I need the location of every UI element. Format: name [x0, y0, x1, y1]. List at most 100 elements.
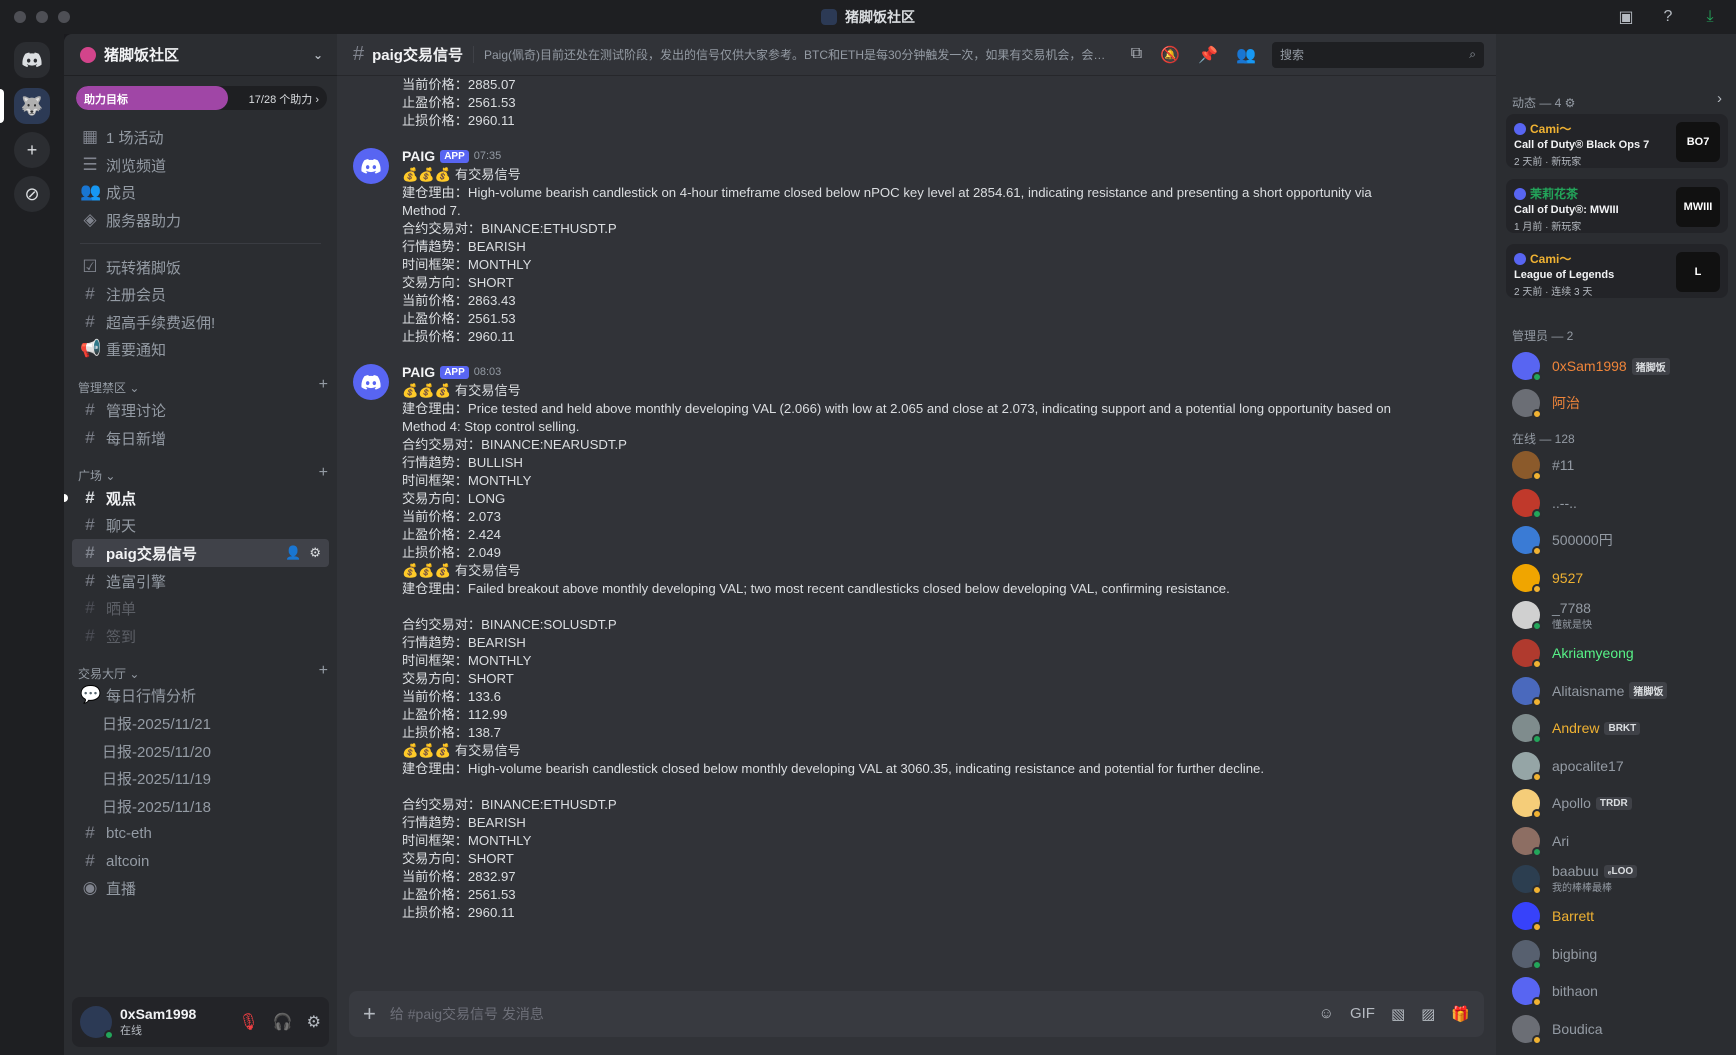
channel-show-orders[interactable]: # 晒单: [72, 594, 329, 622]
image-icon[interactable]: ▨: [1421, 1005, 1435, 1023]
bot-avatar[interactable]: [353, 364, 389, 400]
channel-wealth-engine[interactable]: # 造富引擎: [72, 567, 329, 595]
minimize-window-button[interactable]: [36, 11, 48, 23]
member-row[interactable]: 阿治: [1512, 386, 1728, 420]
thread-item[interactable]: 日报-2025/11/21: [72, 709, 329, 737]
activity-card[interactable]: 茉莉花茶 Call of Duty®: MWIII 1 月前 · 新玩家 MWIII: [1506, 179, 1728, 233]
discord-home-icon[interactable]: [14, 42, 50, 78]
chevron-down-icon[interactable]: ⌄: [313, 48, 323, 62]
activity-title: 动态 — 4 ⚙: [1512, 96, 1576, 110]
message-line: 止损价格：2960.11: [402, 113, 515, 128]
message-author[interactable]: PAIG: [402, 148, 435, 164]
channel-paig-signals[interactable]: # paig交易信号 👤 ⚙: [72, 539, 329, 567]
sidebar-item-events[interactable]: ▦ 1 场活动: [72, 123, 329, 151]
channel-btc-eth[interactable]: # btc-eth: [72, 819, 329, 847]
sidebar-item-browse-channels[interactable]: ☰ 浏览频道: [72, 151, 329, 179]
message-line: 💰💰💰 有交易信号: [402, 563, 521, 578]
member-row[interactable]: ..--..: [1512, 486, 1728, 520]
add-channel-icon[interactable]: +: [319, 464, 328, 484]
search-input[interactable]: 搜索 ⌕: [1272, 41, 1484, 68]
member-row[interactable]: _7788 懂就是快: [1512, 598, 1728, 632]
microphone-muted-icon[interactable]: 🎙: [238, 1012, 258, 1032]
message-list[interactable]: 当前价格：2885.07 止盈价格：2561.53 止损价格：2960.11 PAIG…: [337, 76, 1496, 1021]
member-row[interactable]: bigbing: [1512, 937, 1728, 971]
status-icon: [1532, 409, 1542, 419]
thread-item[interactable]: 日报-2025/11/19: [72, 764, 329, 792]
member-row[interactable]: Barrett: [1512, 899, 1728, 933]
calendar-icon: ▦: [81, 127, 99, 146]
discover-icon[interactable]: ⊘: [14, 176, 50, 212]
channel-topic[interactable]: Paig(佩奇)目前还处在测试阶段，发出的信号仅供大家参考。BTC和ETH是每3…: [472, 46, 1115, 63]
channel-rebate[interactable]: # 超高手续费返佣!: [72, 308, 329, 336]
close-window-button[interactable]: [14, 11, 26, 23]
gift-icon[interactable]: 🎁: [1451, 1005, 1470, 1023]
category-trading-hall[interactable]: 交易大厅 ⌄ +: [78, 662, 328, 682]
channel-register[interactable]: # 注册会员: [72, 280, 329, 308]
notification-bell-muted-icon[interactable]: 🔕: [1160, 45, 1180, 65]
message-line: 当前价格：2.073: [402, 509, 501, 524]
message-author[interactable]: PAIG: [402, 364, 435, 380]
member-row[interactable]: bithaon: [1512, 974, 1728, 1008]
member-row[interactable]: #11: [1512, 448, 1728, 482]
channel-admin-discussion[interactable]: # 管理讨论: [72, 396, 329, 424]
add-server-icon[interactable]: +: [14, 132, 50, 168]
server-icon-current[interactable]: 🐺: [14, 88, 50, 124]
channel-check-in[interactable]: # 签到: [72, 622, 329, 650]
window-controls[interactable]: [14, 11, 70, 23]
member-row[interactable]: 0xSam1998 猪脚饭: [1512, 349, 1728, 383]
activity-card[interactable]: Cami～ League of Legends 2 天前 · 连续 3 天L: [1506, 244, 1728, 298]
forum-daily-analysis[interactable]: 💬 每日行情分析: [72, 681, 329, 709]
maximize-window-button[interactable]: [58, 11, 70, 23]
channel-guide[interactable]: ☑ 玩转猪脚饭: [72, 253, 329, 281]
inbox-icon[interactable]: ▣: [1616, 7, 1636, 27]
gif-icon[interactable]: GIF: [1350, 1005, 1375, 1023]
pin-icon[interactable]: 📌: [1198, 45, 1218, 65]
member-row[interactable]: Akriamyeong: [1512, 636, 1728, 670]
sidebar-item-server-boost[interactable]: ◈ 服务器助力: [72, 206, 329, 234]
sticker-icon[interactable]: ▧: [1391, 1005, 1405, 1023]
sidebar-item-members[interactable]: 👥 成员: [72, 178, 329, 206]
member-name: ..--..: [1552, 494, 1577, 511]
member-row[interactable]: 500000円: [1512, 523, 1728, 557]
member-row[interactable]: baabuu ₑLOO 我的棒棒最棒: [1512, 862, 1728, 896]
member-row[interactable]: Ari: [1512, 824, 1728, 858]
member-row[interactable]: Andrew BRKT: [1512, 711, 1728, 745]
member-list-icon[interactable]: 👥: [1236, 45, 1256, 65]
thread-item[interactable]: 日报-2025/11/20: [72, 737, 329, 765]
bot-avatar[interactable]: [353, 148, 389, 184]
category-admin[interactable]: 管理禁区 ⌄ +: [78, 376, 328, 396]
member-row[interactable]: Apollo TRDR: [1512, 786, 1728, 820]
channel-views[interactable]: # 观点: [72, 484, 329, 512]
headphones-icon[interactable]: 🎧: [273, 1012, 293, 1032]
emoji-icon[interactable]: ☺: [1319, 1005, 1334, 1023]
avatar[interactable]: [80, 1006, 114, 1040]
help-icon[interactable]: ?: [1658, 7, 1678, 27]
activity-card[interactable]: Cami～ Call of Duty® Black Ops 72 天前 · 新玩家…: [1506, 114, 1728, 168]
member-row[interactable]: Boudica: [1512, 1012, 1728, 1046]
member-row[interactable]: 9527: [1512, 561, 1728, 595]
server-header[interactable]: 猪脚饭社区 ⌄: [64, 34, 337, 76]
status-icon: [1532, 372, 1542, 382]
member-row[interactable]: apocalite17: [1512, 749, 1728, 783]
add-channel-icon[interactable]: +: [319, 662, 328, 682]
channel-daily-new[interactable]: # 每日新增: [72, 424, 329, 452]
boost-progress[interactable]: 助力目标 17/28 个助力 ›: [76, 86, 327, 110]
member-tag: ₑLOO: [1603, 864, 1638, 878]
thread-item[interactable]: 日报-2025/11/18: [72, 792, 329, 820]
category-square[interactable]: 广场 ⌄ +: [78, 464, 328, 484]
member-row[interactable]: Alitaisname 猪脚饭: [1512, 674, 1728, 708]
channel-chat[interactable]: # 聊天: [72, 511, 329, 539]
message-composer[interactable]: + 给 #paig交易信号 发消息 ☺ GIF ▧ ▨ 🎁: [349, 991, 1484, 1037]
threads-icon[interactable]: ⧉: [1131, 45, 1142, 65]
channel-live[interactable]: ◉ 直播: [72, 874, 329, 902]
chevron-right-icon[interactable]: ›: [1717, 90, 1722, 107]
settings-gear-icon[interactable]: ⚙: [307, 1012, 321, 1032]
channel-announcements[interactable]: 📢 重要通知: [72, 335, 329, 363]
message-line: 交易方向：SHORT: [402, 275, 514, 290]
gear-icon[interactable]: ⚙: [309, 545, 321, 561]
download-icon[interactable]: ⤓: [1700, 7, 1720, 27]
channel-altcoin[interactable]: # altcoin: [72, 847, 329, 875]
attach-plus-icon[interactable]: +: [363, 1001, 376, 1027]
invite-icon[interactable]: 👤: [285, 545, 301, 561]
add-channel-icon[interactable]: +: [319, 376, 328, 396]
